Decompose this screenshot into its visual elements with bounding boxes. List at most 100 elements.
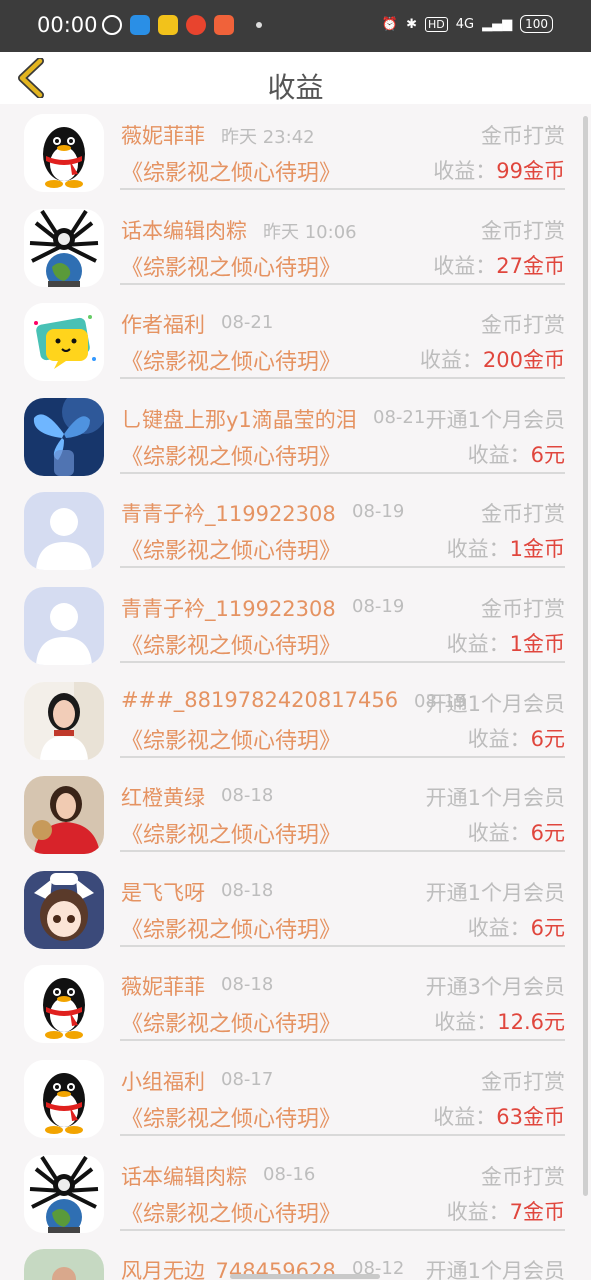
book-title: 《综影视之倾心待玥》 <box>121 728 342 754</box>
income-value: 6元 <box>530 442 565 467</box>
user-name[interactable]: 薇妮菲菲 <box>121 120 205 150</box>
income-amount: 收益：200金币 <box>420 344 565 374</box>
user-name[interactable]: 话本编辑肉粽 <box>121 215 247 245</box>
income-amount: 收益：6元 <box>468 817 565 847</box>
income-list-item[interactable]: 乚键盘上那y1滴晶莹的泪 08-21 开通1个月会员 《综影视之倾心待玥》 收益：6元 <box>0 388 580 483</box>
system-icons: ⏰ ✱ HD 4G ▂▄▆ 100 <box>382 15 553 33</box>
row-divider <box>120 1039 565 1042</box>
qq-penguin-avatar[interactable] <box>24 1060 104 1138</box>
income-value: 99金币 <box>496 159 565 183</box>
woman-photo-avatar[interactable] <box>24 681 104 760</box>
timestamp: 昨天 23:42 <box>221 127 315 148</box>
user-name[interactable]: 是飞飞呀 <box>121 877 205 907</box>
qq-penguin-avatar[interactable] <box>24 965 104 1044</box>
spider-globe-avatar[interactable] <box>24 208 104 287</box>
default-person-avatar[interactable] <box>24 492 104 571</box>
default-person-avatar[interactable] <box>24 587 104 665</box>
butterfly-avatar[interactable] <box>24 397 104 476</box>
income-type: 开通3个月会员 <box>425 975 565 1000</box>
income-list-item[interactable]: 薇妮菲菲 昨天 23:42 金币打赏《综影视之倾心待玥》 收益：99金币 <box>0 104 580 199</box>
income-list-item[interactable]: 薇妮菲菲 08-18 开通3个月会员 《综影视之倾心待玥》 收益：12.6元 <box>0 955 580 1050</box>
book-title: 《综影视之倾心待玥》 <box>121 539 342 565</box>
user-name[interactable]: 青青子衿_119922308 <box>121 498 336 528</box>
user-name[interactable]: 小组福利 <box>121 1066 205 1096</box>
income-list-item[interactable]: 作者福利 08-21 金币打赏 《综影视之倾心待玥》 收益：200金币 <box>0 293 580 388</box>
income-list-item[interactable]: 话本编辑肉粽 昨天 10:06 金币打赏 《综影视之倾心待玥》 收益：27金币 <box>0 199 580 294</box>
user-name[interactable]: 薇妮菲菲 <box>121 971 205 1001</box>
income-list-item[interactable]: 青青子衿_119922308 08-19 金币打赏 《综影视之倾心待玥》 收益：1金币 <box>0 577 580 672</box>
income-list-item[interactable]: ###_8819782420817456 08-19 开通1个月会员 《综影视之倾心待… <box>0 672 580 767</box>
income-type: 金币打赏 <box>481 1070 565 1094</box>
income-list-item[interactable]: 话本编辑肉粽 08-16 金币打赏《综影视之倾心待玥》 收益：7金币 <box>0 1145 580 1240</box>
income-label: 收益： <box>433 253 497 278</box>
network-type: 4G <box>455 16 475 32</box>
user-name[interactable]: 红橙黄绿 <box>121 782 205 812</box>
income-list-item[interactable]: 小组福利 08-17 金币打赏 《综影视之倾心待玥》 收益：63金币 <box>0 1050 580 1145</box>
income-amount: 收益：99金币 <box>433 155 565 185</box>
income-list-item[interactable]: 是飞飞呀 08-18 开通1个月会员 《综影视之倾心待玥》 收益：6元 <box>0 861 580 956</box>
income-type: 金币打赏 <box>481 218 565 243</box>
user-name[interactable]: 青青子衿_119922308 <box>121 593 336 623</box>
income-amount: 收益：27金币 <box>433 250 565 280</box>
income-type: 金币打赏 <box>481 124 565 148</box>
home-indicator[interactable] <box>230 1274 380 1279</box>
income-value: 27金币 <box>496 253 565 278</box>
user-name[interactable]: ###_8819782420817456 <box>121 688 398 712</box>
income-list-item[interactable]: 红橙黄绿 08-18 开通1个月会员 《综影视之倾心待玥》 收益：6元 <box>0 766 580 861</box>
battery-icon: 100 <box>520 15 553 33</box>
income-type: 开通1个月会员 <box>425 407 565 432</box>
user-name[interactable]: 乚键盘上那y1滴晶莹的泪 <box>121 404 357 434</box>
girl-red-avatar[interactable] <box>24 776 104 855</box>
income-type: 开通1个月会员 <box>425 786 565 811</box>
qq-penguin-avatar[interactable] <box>24 114 104 192</box>
income-type: 开通1个月会员 <box>425 691 565 716</box>
weibo-app-icon <box>186 15 206 35</box>
scrollbar[interactable] <box>583 116 588 1196</box>
book-title: 《综影视之倾心待玥》 <box>121 823 342 849</box>
income-type: 开通1个月会员 <box>425 880 565 905</box>
anime-girl-avatar[interactable] <box>24 870 104 949</box>
row-divider <box>120 282 565 285</box>
book-title: 《综影视之倾心待玥》 <box>121 161 342 186</box>
user-name[interactable]: 作者福利 <box>121 309 205 339</box>
row-divider <box>120 755 565 758</box>
app-header: 收益 <box>0 52 591 104</box>
income-value: 6元 <box>530 915 565 940</box>
timestamp: 昨天 10:06 <box>263 221 357 243</box>
book-title: 《综影视之倾心待玥》 <box>121 1107 342 1132</box>
income-value: 1金币 <box>509 537 565 562</box>
spider-globe-avatar[interactable] <box>24 1154 104 1233</box>
notes-app-icon <box>158 15 178 35</box>
income-label: 收益： <box>446 537 510 562</box>
income-type: 金币打赏 <box>481 502 565 527</box>
income-label: 收益： <box>433 1105 497 1129</box>
page-title: 收益 <box>267 71 324 104</box>
camera-app-icon <box>130 15 150 35</box>
timestamp: 08-19 <box>352 501 405 523</box>
book-title: 《综影视之倾心待玥》 <box>121 1012 342 1038</box>
income-value: 200金币 <box>482 348 565 373</box>
timestamp: 08-16 <box>263 1163 316 1185</box>
hd-icon: HD <box>424 16 448 32</box>
income-amount: 收益：6元 <box>468 439 565 469</box>
income-type: 金币打赏 <box>481 1164 565 1189</box>
income-label: 收益： <box>419 348 483 373</box>
status-bar: 00:00 ⏰ ✱ HD 4G ▂▄▆ 100 <box>0 0 591 52</box>
bluetooth-icon: ✱ <box>406 16 417 32</box>
income-amount: 收益：7金币 <box>447 1196 565 1226</box>
income-label: 收益： <box>446 1199 510 1224</box>
income-list-item[interactable]: 青青子衿_119922308 08-19 金币打赏《综影视之倾心待玥》 收益：1金币 <box>0 482 580 577</box>
income-list[interactable]: 薇妮菲菲 昨天 23:42 金币打赏 《综影视之倾心待玥》 收益：99金币 话本编辑肉粽昨… <box>0 104 591 1280</box>
income-value: 1金币 <box>509 632 565 656</box>
income-label: 收益： <box>467 726 531 751</box>
book-title: 《综影视之倾心待玥》 <box>121 1201 342 1227</box>
income-label: 收益： <box>446 632 510 656</box>
game-app-icon <box>214 15 234 35</box>
income-label: 收益： <box>434 1010 498 1035</box>
landscape-avatar[interactable] <box>24 1249 104 1280</box>
row-divider <box>120 471 565 474</box>
chat-bubble-avatar[interactable] <box>24 303 104 382</box>
user-name[interactable]: 话本编辑肉粽 <box>121 1161 247 1191</box>
row-divider <box>120 944 565 947</box>
book-title: 《综影视之倾心待玥》 <box>121 634 342 659</box>
